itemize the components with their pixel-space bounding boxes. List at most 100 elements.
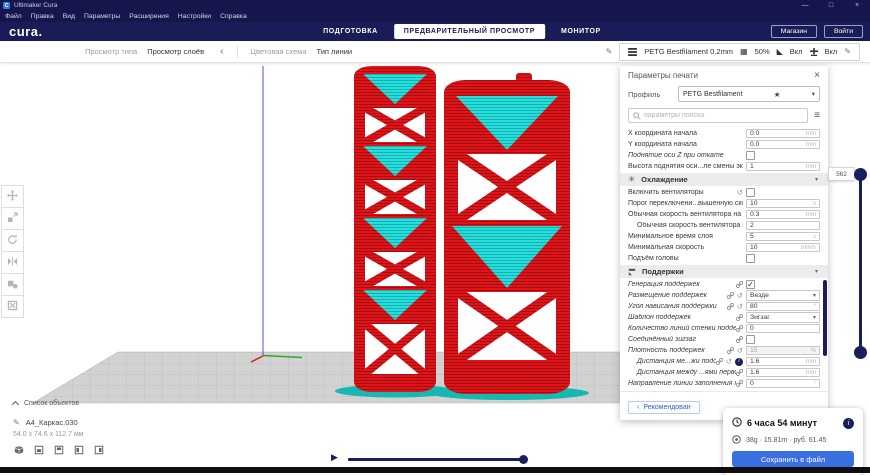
- view-type-select[interactable]: Просмотр слоёв: [147, 47, 204, 56]
- input-unit: mm: [806, 141, 816, 148]
- setting-label: Плотность поддержек: [628, 347, 727, 354]
- panel-scrollbar[interactable]: [823, 280, 827, 356]
- object-list-item[interactable]: ✎ A4_Каркас.030: [13, 418, 105, 427]
- setting-row: Количество линий стенки поддержки0: [628, 323, 820, 334]
- section-header[interactable]: Поддержки▾: [620, 265, 828, 278]
- star-icon[interactable]: ★: [774, 90, 781, 99]
- layer-slider-track[interactable]: [859, 174, 862, 352]
- setting-input[interactable]: 0.0mm: [746, 129, 820, 139]
- menu-item-2[interactable]: Вид: [63, 13, 75, 20]
- model-tower-right[interactable]: [444, 73, 570, 394]
- collapse-legend-icon[interactable]: ‹: [220, 46, 223, 57]
- setting-input[interactable]: 2: [746, 221, 820, 231]
- object-name: A4_Каркас.030: [26, 418, 78, 427]
- close-window-icon[interactable]: ×: [844, 2, 870, 9]
- setting-label: Дистанция между ...ями первого слоя: [628, 369, 736, 376]
- layer-slider-top-handle[interactable]: [854, 168, 867, 181]
- search-icon: [633, 107, 641, 125]
- edit-config-icon[interactable]: ✎: [844, 47, 851, 56]
- link-icon: [727, 292, 734, 299]
- setting-checkbox[interactable]: [746, 254, 755, 263]
- mirror-tool-button[interactable]: [1, 251, 24, 274]
- info-icon[interactable]: i: [735, 358, 743, 366]
- setting-input[interactable]: 15%: [746, 346, 820, 356]
- chevron-down-icon[interactable]: ▾: [815, 268, 818, 275]
- search-input[interactable]: [644, 112, 803, 119]
- setting-row: Включить вентиляторы↺: [628, 187, 820, 198]
- setting-input[interactable]: 0.0 mm: [746, 140, 820, 150]
- per-model-settings-tool-button[interactable]: [1, 273, 24, 296]
- setting-label: Шаблон поддержек: [628, 314, 736, 321]
- rotate-tool-button[interactable]: [1, 229, 24, 252]
- setting-checkbox[interactable]: [746, 188, 755, 197]
- section-header[interactable]: ✳Охлаждение▾: [620, 173, 828, 186]
- input-value: 1.6: [750, 369, 759, 376]
- setting-input[interactable]: 0: [746, 324, 820, 334]
- support-blocker-tool-button[interactable]: [1, 295, 24, 318]
- play-icon[interactable]: ▶: [331, 452, 338, 463]
- minimize-icon[interactable]: —: [792, 2, 818, 9]
- view-front-button[interactable]: [33, 444, 45, 456]
- app-header: cura. ПОДГОТОВКАПРЕДВАРИТЕЛЬНЫЙ ПРОСМОТР…: [0, 22, 870, 41]
- input-value: 10: [750, 244, 758, 251]
- marketplace-button[interactable]: Магазин: [771, 25, 817, 38]
- setting-input[interactable]: 80°: [746, 302, 820, 312]
- setting-input[interactable]: 10s: [746, 199, 820, 209]
- profile-select[interactable]: PETG Bestfilament ★ ▾: [678, 86, 820, 102]
- menu-item-6[interactable]: Справка: [220, 13, 247, 20]
- setting-checkbox[interactable]: ✓: [746, 280, 755, 289]
- scale-tool-button[interactable]: [1, 207, 24, 230]
- move-tool-button[interactable]: [1, 185, 24, 208]
- color-scheme-select[interactable]: Тип линии: [316, 47, 352, 56]
- setting-select[interactable]: Зигзаг▾: [746, 312, 820, 323]
- recommended-mode-button[interactable]: ‹ Рекомендован: [628, 401, 700, 414]
- setting-checkbox[interactable]: [746, 151, 755, 160]
- view-right-button[interactable]: [93, 444, 105, 456]
- setting-input[interactable]: 5s: [746, 232, 820, 242]
- rename-icon[interactable]: ✎: [13, 418, 20, 427]
- setting-select[interactable]: Везде▾: [746, 290, 820, 301]
- menu-item-5[interactable]: Настройки: [178, 13, 211, 20]
- print-config-bar[interactable]: PETG Bestfilament 0.2mm ▦ 50% ◣ Вкл Вкл …: [619, 43, 860, 61]
- view-left-button[interactable]: [73, 444, 85, 456]
- setting-input[interactable]: 0.3mm: [746, 210, 820, 220]
- tab-2[interactable]: МОНИТОР: [561, 28, 601, 35]
- info-icon[interactable]: i: [843, 418, 854, 429]
- path-slider-track[interactable]: [348, 458, 526, 461]
- chevron-down-icon[interactable]: ▾: [815, 176, 818, 183]
- setting-input[interactable]: 1.6mm: [746, 357, 820, 367]
- close-panel-icon[interactable]: ×: [814, 72, 820, 80]
- menu-item-4[interactable]: Расширения: [129, 13, 169, 20]
- object-list-toggle[interactable]: Список объектов: [13, 400, 105, 407]
- settings-menu-icon[interactable]: ≡: [814, 110, 820, 121]
- view-3d-button[interactable]: [13, 444, 25, 456]
- setting-input[interactable]: 1mm: [746, 162, 820, 172]
- setting-row: Шаблон поддержек Зигзаг▾: [628, 312, 820, 323]
- setting-input[interactable]: 1.6mm: [746, 368, 820, 378]
- menu-item-1[interactable]: Правка: [31, 13, 54, 20]
- layer-slider-bottom-handle[interactable]: [854, 346, 867, 359]
- input-value: 0.0: [750, 141, 759, 148]
- save-to-file-button[interactable]: Сохранить в файл: [732, 451, 854, 467]
- setting-input[interactable]: 0°: [746, 379, 820, 389]
- input-unit: mm: [806, 163, 816, 170]
- menu-item-0[interactable]: Файл: [5, 13, 22, 20]
- view-top-button[interactable]: [53, 444, 65, 456]
- setting-label: Минимальная скорость: [628, 244, 743, 251]
- title-bar: C Ultimaker Cura — □ ×: [0, 0, 870, 11]
- model-tower-left[interactable]: [354, 66, 436, 392]
- tab-0[interactable]: ПОДГОТОВКА: [323, 28, 378, 35]
- input-value: 1.6: [750, 358, 759, 365]
- maximize-icon[interactable]: □: [818, 2, 844, 9]
- settings-search[interactable]: [628, 108, 808, 123]
- setting-input[interactable]: 10mm/s: [746, 243, 820, 253]
- path-slider-handle[interactable]: [519, 455, 528, 464]
- reset-icon: ↺: [737, 189, 743, 197]
- edit-printer-icon[interactable]: ✎: [606, 47, 613, 56]
- sign-in-button[interactable]: Войти: [824, 25, 863, 38]
- setting-checkbox[interactable]: [746, 335, 755, 344]
- menu-item-3[interactable]: Параметры: [84, 13, 120, 20]
- tab-1[interactable]: ПРЕДВАРИТЕЛЬНЫЙ ПРОСМОТР: [394, 24, 545, 39]
- support-state: Вкл: [790, 47, 803, 56]
- cooling-icon: ✳: [628, 175, 635, 184]
